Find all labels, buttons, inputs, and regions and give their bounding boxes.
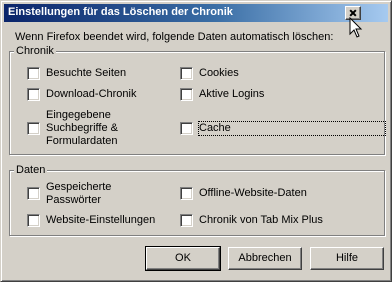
help-button[interactable]: Hilfe — [310, 247, 384, 270]
checkbox-box[interactable] — [180, 122, 193, 135]
checkbox-box[interactable] — [27, 214, 40, 227]
checkbox-box[interactable] — [180, 88, 193, 101]
checkbox-besuchte-seiten[interactable]: Besuchte Seiten — [27, 67, 126, 80]
checkbox-label[interactable]: Website-Einstellungen — [46, 214, 155, 227]
mouse-cursor-icon — [349, 17, 363, 38]
checkbox-download-chronik[interactable]: Download-Chronik — [27, 88, 137, 101]
checkbox-chronik-tab-mix-plus[interactable]: Chronik von Tab Mix Plus — [180, 214, 323, 227]
checkbox-label[interactable]: Besuchte Seiten — [46, 67, 126, 80]
daten-legend: Daten — [14, 164, 48, 176]
checkbox-label[interactable]: Eingegebene Suchbegriffe & Formulardaten — [46, 109, 136, 148]
checkbox-label[interactable]: Aktive Logins — [199, 88, 264, 101]
checkbox-label[interactable]: Gespeicherte Passwörter — [46, 181, 136, 207]
checkbox-box[interactable] — [27, 122, 40, 135]
checkbox-website-einstellungen[interactable]: Website-Einstellungen — [27, 214, 155, 227]
checkbox-cache[interactable]: Cache — [180, 121, 386, 136]
intro-text: Wenn Firefox beendet wird, folgende Date… — [15, 31, 334, 43]
checkbox-label[interactable]: Download-Chronik — [46, 88, 137, 101]
checkbox-box[interactable] — [180, 214, 193, 227]
daten-group: Daten Gespeicherte Passwörter Offline-We… — [9, 164, 385, 236]
window-title: Einstellungen für das Löschen der Chroni… — [8, 6, 233, 18]
ok-button[interactable]: OK — [145, 246, 221, 271]
checkbox-box[interactable] — [27, 88, 40, 101]
dialog-window: Einstellungen für das Löschen der Chroni… — [0, 0, 392, 282]
checkbox-gespeicherte-passwoerter[interactable]: Gespeicherte Passwörter — [27, 181, 136, 207]
checkbox-label[interactable]: Cache — [198, 121, 386, 136]
cancel-button[interactable]: Abbrechen — [228, 247, 302, 270]
checkbox-box[interactable] — [27, 187, 40, 200]
chronik-group: Chronik Besuchte Seiten Cookies Download… — [9, 45, 386, 155]
checkbox-box[interactable] — [27, 67, 40, 80]
checkbox-label[interactable]: Cookies — [199, 67, 239, 80]
checkbox-formulardaten[interactable]: Eingegebene Suchbegriffe & Formulardaten — [27, 109, 136, 148]
chronik-legend: Chronik — [14, 45, 56, 57]
checkbox-label[interactable]: Chronik von Tab Mix Plus — [199, 214, 323, 227]
checkbox-cookies[interactable]: Cookies — [180, 67, 239, 80]
checkbox-label[interactable]: Offline-Website-Daten — [199, 187, 307, 200]
checkbox-box[interactable] — [180, 67, 193, 80]
checkbox-aktive-logins[interactable]: Aktive Logins — [180, 88, 264, 101]
checkbox-box[interactable] — [180, 187, 193, 200]
title-bar[interactable]: Einstellungen für das Löschen der Chroni… — [4, 4, 388, 22]
checkbox-offline-website-daten[interactable]: Offline-Website-Daten — [180, 187, 307, 200]
